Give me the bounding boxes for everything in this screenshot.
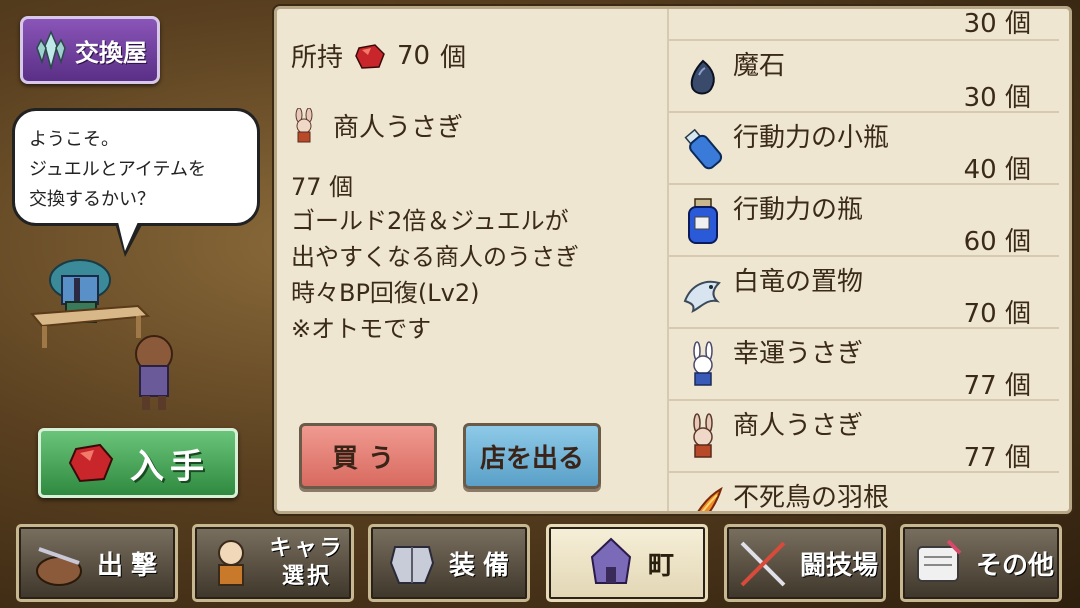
list-item[interactable]: 商人うさぎ 77 個 xyxy=(669,401,1059,473)
counter-table xyxy=(29,304,151,348)
item-name: 魔石 xyxy=(733,51,786,81)
nav-sortie-label: 出撃 xyxy=(96,550,165,581)
nav-sortie[interactable]: 出撃 xyxy=(16,524,178,602)
bottle-icon xyxy=(688,198,718,244)
magic-stone-icon xyxy=(690,59,715,95)
nav-chara-line1: キャラ xyxy=(269,536,345,561)
town-icon xyxy=(590,537,632,584)
armor-icon xyxy=(389,546,435,584)
nav-other-label: その他 xyxy=(975,550,1054,581)
crossed-swords-icon xyxy=(740,541,786,587)
character-icon xyxy=(218,540,245,586)
merchant-rabbit-icon xyxy=(693,413,713,458)
selected-item-title: 商人うさぎ xyxy=(291,107,463,144)
crystal-icon xyxy=(36,30,66,70)
list-item[interactable]: 不死鳥の羽根 xyxy=(669,473,1059,513)
nav-other[interactable]: その他 xyxy=(900,524,1062,602)
nav-town[interactable]: 町 xyxy=(546,524,708,602)
list-item[interactable]: 30 個 xyxy=(669,9,1059,41)
item-price: 70 個 xyxy=(963,299,1031,329)
nav-equipment-label: 装備 xyxy=(448,550,517,581)
scroll-icon xyxy=(916,539,962,582)
nav-equipment[interactable]: 装備 xyxy=(368,524,530,602)
item-price: 77 個 xyxy=(963,443,1031,473)
nav-arena[interactable]: 闘技場 xyxy=(724,524,886,602)
item-name: 行動力の小瓶 xyxy=(733,123,890,153)
item-price: 40 個 xyxy=(963,155,1031,185)
small-bottle-icon xyxy=(684,128,723,170)
nav-chara-line2: 選択 xyxy=(281,564,332,589)
shop-title-badge: 交換屋 xyxy=(20,16,160,84)
item-price: 77 個 xyxy=(963,371,1031,401)
exchange-panel: 所持 70 個 商人うさぎ 77 個 ゴールド2倍＆ジュエルが 出やすくなる商人… xyxy=(274,6,1072,514)
ruby-icon xyxy=(355,43,385,69)
owned-unit: 個 xyxy=(440,43,467,73)
item-name: 商人うさぎ xyxy=(733,411,864,441)
selected-item-count: 77 個 xyxy=(291,173,354,201)
sortie-icon xyxy=(35,547,82,586)
selected-item-name: 商人うさぎ xyxy=(333,113,464,143)
item-price: 30 個 xyxy=(963,83,1031,113)
owned-jewels: 所持 70 個 xyxy=(291,37,466,74)
lucky-rabbit-icon xyxy=(693,341,713,386)
nav-arena-label: 闘技場 xyxy=(799,550,878,581)
buy-button[interactable]: 買う xyxy=(299,423,437,489)
phoenix-feather-icon xyxy=(697,486,723,511)
nav-town-label: 町 xyxy=(647,550,674,581)
leave-shop-button[interactable]: 店を出る xyxy=(463,423,601,489)
white-dragon-icon xyxy=(683,280,721,313)
player-sprite xyxy=(135,335,173,410)
list-item[interactable]: 行動力の小瓶 40 個 xyxy=(669,113,1059,185)
owned-value: 70 xyxy=(397,40,431,71)
item-name: 行動力の瓶 xyxy=(733,195,864,225)
shop-scene xyxy=(29,259,173,410)
item-price: 60 個 xyxy=(963,227,1031,257)
item-name: 白竜の置物 xyxy=(733,267,864,297)
bottom-nav: 出撃 キャラ 選択 装備 町 闘技場 その他 xyxy=(0,520,1080,608)
list-item[interactable]: 幸運うさぎ 77 個 xyxy=(669,329,1059,401)
shop-title: 交換屋 xyxy=(75,38,147,67)
merchant-rabbit-icon xyxy=(295,107,313,142)
selected-item-description: ゴールド2倍＆ジュエルが 出やすくなる商人のうさぎ 時々BP回復(Lv2) ※オ… xyxy=(291,207,579,343)
npc-speech-bubble: ようこそ。 ジュエルとアイテムを 交換するかい？ xyxy=(12,108,260,257)
owned-label: 所持 xyxy=(291,43,344,73)
item-name: 不死鳥の羽根 xyxy=(733,483,890,513)
list-item[interactable]: 白竜の置物 70 個 xyxy=(669,257,1059,329)
npc-speech-text: ようこそ。 ジュエルとアイテムを 交換するかい？ xyxy=(29,129,206,210)
list-item[interactable]: 行動力の瓶 60 個 xyxy=(669,185,1059,257)
item-price: 30 個 xyxy=(963,9,1031,39)
list-item[interactable]: 魔石 30 個 xyxy=(669,41,1059,113)
ruby-icon xyxy=(68,443,114,483)
nav-character-select[interactable]: キャラ 選択 xyxy=(192,524,354,602)
item-list[interactable]: 30 個 魔石 30 個 行動力の小瓶 40 個 行動力の瓶 60 個 白竜の置… xyxy=(669,9,1059,511)
obtain-jewel-button[interactable]: 入手 xyxy=(38,428,238,498)
obtain-label: 入手 xyxy=(130,446,210,487)
item-name: 幸運うさぎ xyxy=(733,339,864,369)
